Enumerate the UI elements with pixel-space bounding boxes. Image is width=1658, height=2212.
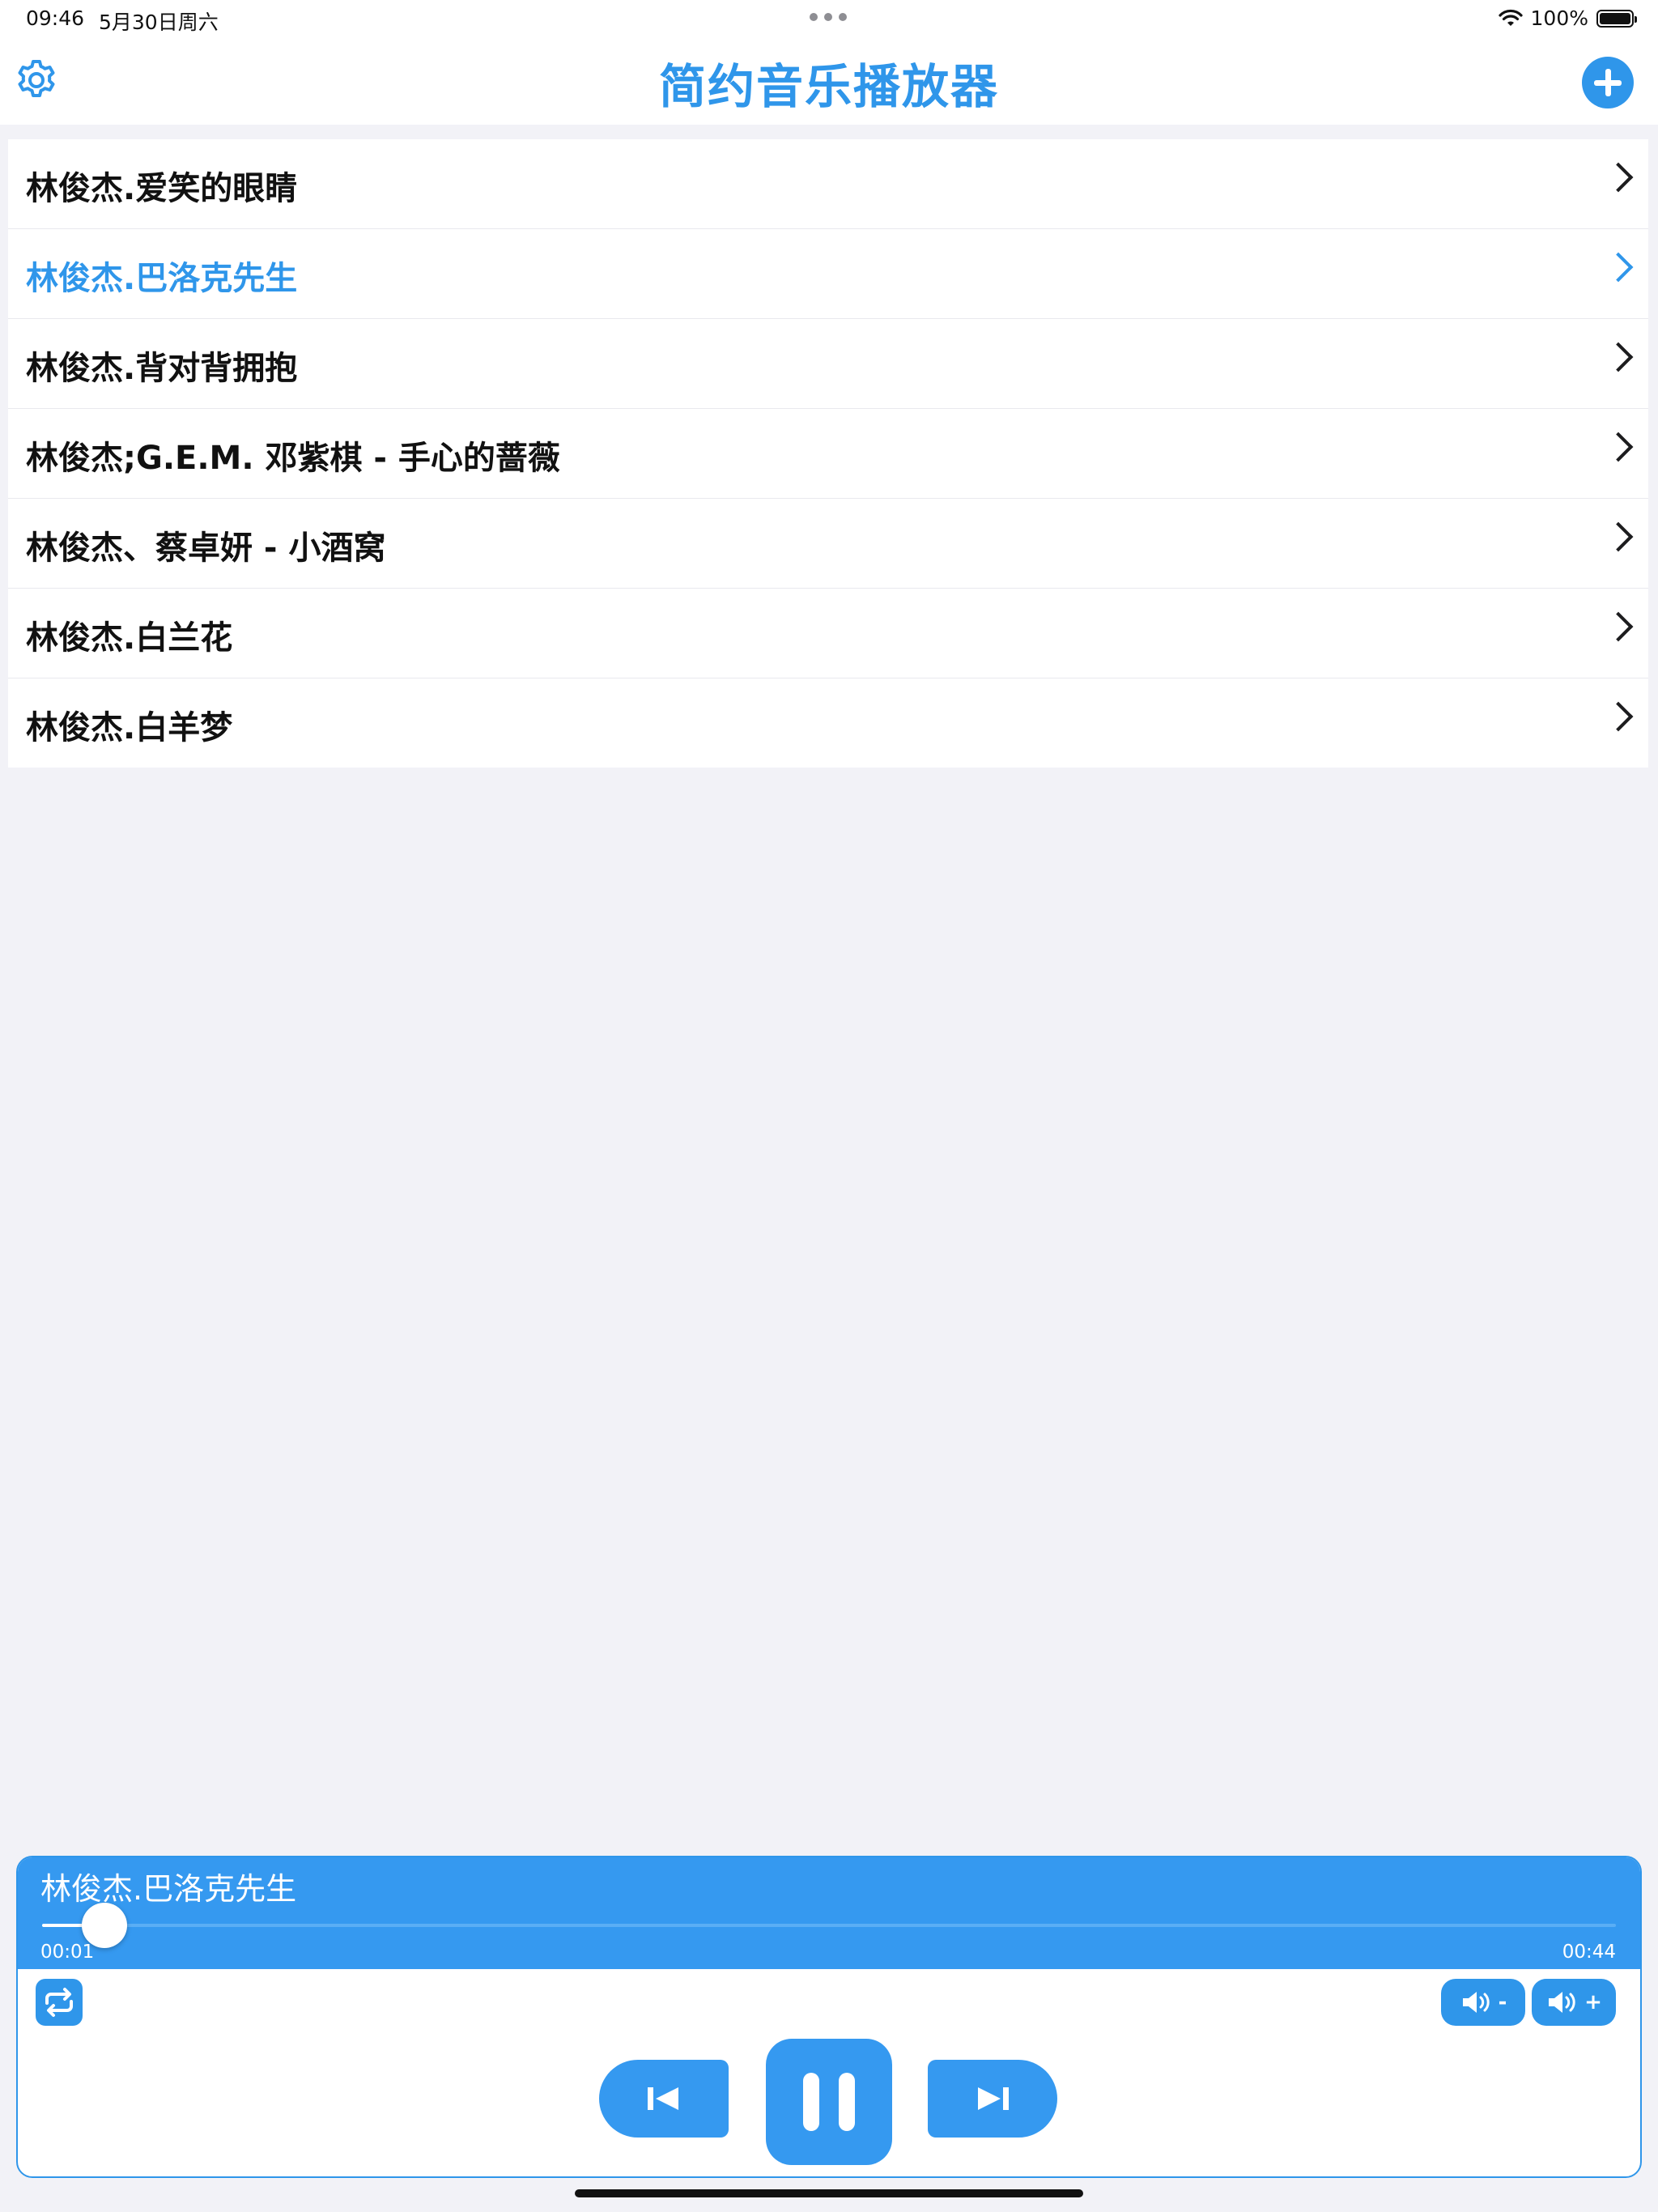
- status-indicators: 100%: [1498, 6, 1637, 30]
- pause-icon: [839, 2073, 855, 2131]
- battery-percent: 100%: [1530, 6, 1588, 30]
- wifi-icon: [1498, 9, 1523, 26]
- song-row[interactable]: 林俊杰;G.E.M. 邓紫棋 - 手心的蔷薇: [8, 409, 1648, 499]
- add-song-button[interactable]: [1582, 57, 1634, 108]
- speaker-icon: [1549, 1992, 1575, 2013]
- chevron-right-icon: [1603, 252, 1634, 283]
- volume-up-button[interactable]: +: [1532, 1979, 1616, 2026]
- song-row[interactable]: 林俊杰、蔡卓妍 - 小酒窝: [8, 499, 1648, 589]
- player-panel: 林俊杰.巴洛克先生 00:01 00:44 - +: [16, 1856, 1642, 2178]
- repeat-icon: [45, 1988, 73, 2017]
- skip-previous-icon: [648, 2087, 678, 2110]
- volume-up-sign: +: [1584, 1990, 1602, 2014]
- song-title: 林俊杰.白兰花: [26, 619, 233, 657]
- progress-slider[interactable]: [42, 1903, 1616, 1948]
- current-time: 00:01: [40, 1942, 95, 1963]
- home-indicator[interactable]: [575, 2189, 1083, 2197]
- pause-button[interactable]: [766, 2039, 892, 2165]
- song-title: 林俊杰;G.E.M. 邓紫棋 - 手心的蔷薇: [26, 440, 560, 477]
- status-date: 5月30日周六: [99, 11, 219, 34]
- song-title: 林俊杰.爱笑的眼睛: [26, 170, 298, 207]
- battery-icon: [1596, 9, 1637, 28]
- chevron-right-icon: [1603, 521, 1634, 552]
- pause-icon: [803, 2073, 819, 2131]
- volume-down-button[interactable]: -: [1441, 1979, 1525, 2026]
- previous-track-button[interactable]: [599, 2060, 729, 2138]
- status-bar: 09:46 5月30日周六 100%: [0, 0, 1658, 40]
- chevron-right-icon: [1603, 162, 1634, 193]
- chevron-right-icon: [1603, 701, 1634, 732]
- song-list: 林俊杰.爱笑的眼睛 林俊杰.巴洛克先生 林俊杰.背对背拥抱 林俊杰;G.E.M.…: [8, 139, 1648, 768]
- song-row-active[interactable]: 林俊杰.巴洛克先生: [8, 229, 1648, 319]
- navigation-bar: 简约音乐播放器: [0, 40, 1658, 125]
- speaker-icon: [1462, 1992, 1490, 2013]
- multitasking-dots-icon[interactable]: [810, 13, 848, 23]
- now-playing-bar: 林俊杰.巴洛克先生 00:01 00:44: [18, 1857, 1640, 1969]
- song-row[interactable]: 林俊杰.白羊梦: [8, 678, 1648, 768]
- song-title: 林俊杰、蔡卓妍 - 小酒窝: [26, 530, 386, 567]
- next-track-button[interactable]: [928, 2060, 1057, 2138]
- song-row[interactable]: 林俊杰.背对背拥抱: [8, 319, 1648, 409]
- page-title: 简约音乐播放器: [658, 59, 999, 114]
- volume-down-sign: -: [1498, 1990, 1507, 2014]
- repeat-button[interactable]: [36, 1979, 83, 2026]
- song-row[interactable]: 林俊杰.白兰花: [8, 589, 1648, 678]
- total-time: 00:44: [1562, 1942, 1616, 1963]
- song-row[interactable]: 林俊杰.爱笑的眼睛: [8, 139, 1648, 229]
- song-title: 林俊杰.巴洛克先生: [26, 260, 298, 297]
- song-title: 林俊杰.白羊梦: [26, 709, 233, 747]
- skip-next-icon: [978, 2087, 1009, 2110]
- song-title: 林俊杰.背对背拥抱: [26, 350, 298, 387]
- now-playing-title: 林俊杰.巴洛克先生: [40, 1871, 297, 1907]
- chevron-right-icon: [1603, 611, 1634, 642]
- status-time: 09:46: [26, 6, 85, 30]
- chevron-right-icon: [1603, 432, 1634, 462]
- chevron-right-icon: [1603, 342, 1634, 372]
